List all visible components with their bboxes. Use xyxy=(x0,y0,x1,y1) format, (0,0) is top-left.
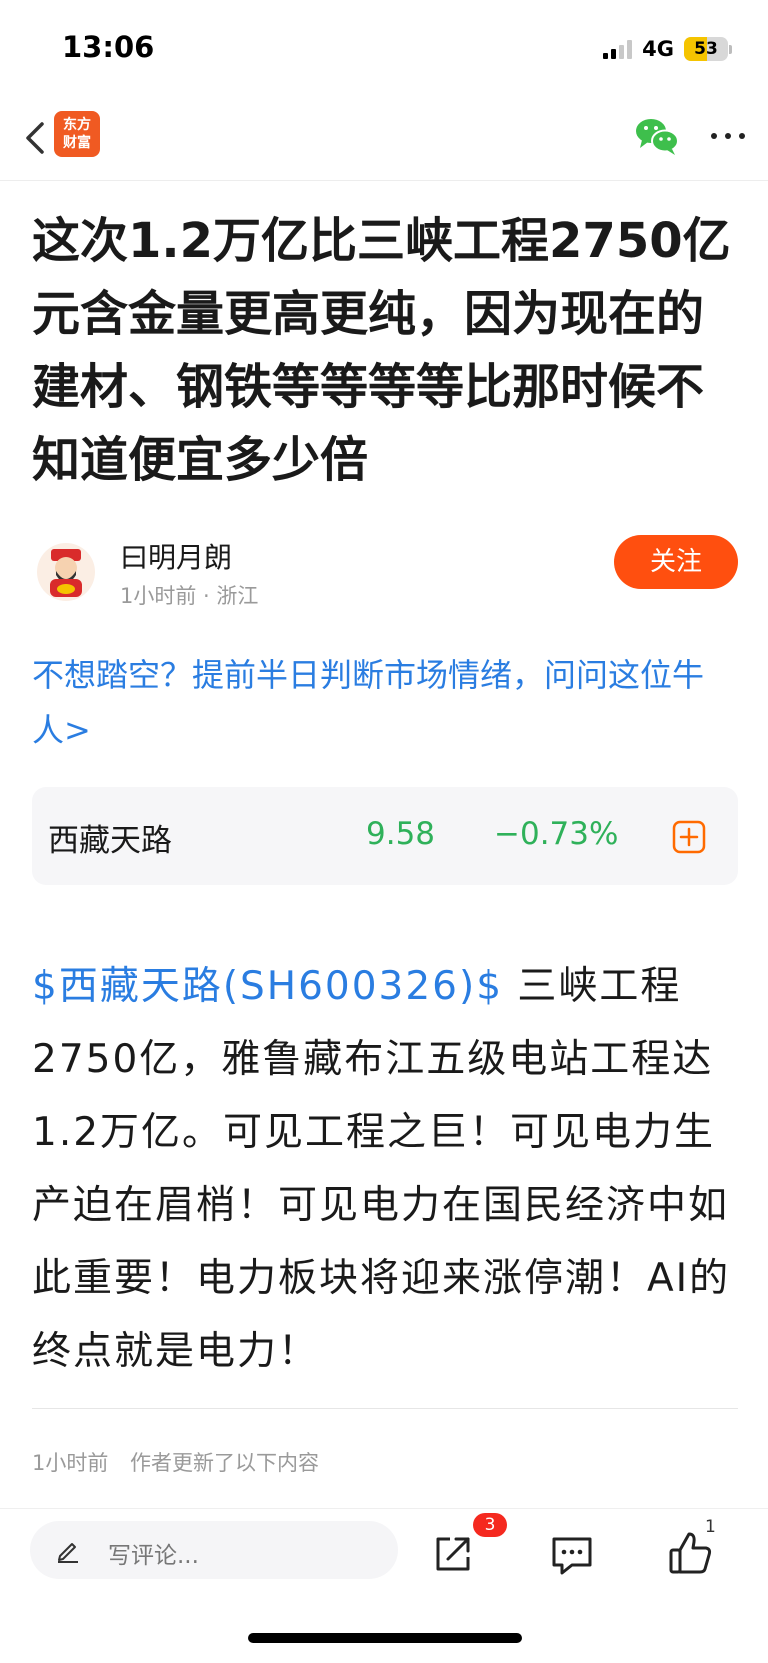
wechat-share-icon[interactable] xyxy=(634,116,680,156)
article-body: $西藏天路(SH600326)$ 三峡工程2750亿，雅鲁藏布江五级电站工程达1… xyxy=(32,950,738,1388)
comments-icon[interactable] xyxy=(548,1533,596,1577)
stock-tag-link[interactable]: $西藏天路(SH600326)$ xyxy=(32,964,503,1009)
follow-button[interactable]: 关注 xyxy=(614,535,738,589)
status-indicators: 4G 53 xyxy=(603,33,732,65)
eastmoney-logo[interactable]: 东方 财富 xyxy=(54,111,100,157)
comment-input[interactable]: 写评论... xyxy=(30,1521,398,1579)
bottom-bar-separator xyxy=(0,1508,768,1509)
status-time: 13:06 xyxy=(62,30,155,64)
author-avatar[interactable] xyxy=(37,543,95,601)
stock-name: 西藏天路 xyxy=(48,823,172,859)
stock-quote-card[interactable]: 西藏天路 9.58 −0.73% xyxy=(32,787,738,885)
battery-icon: 53 xyxy=(684,37,732,61)
post-meta: 1小时前 · 浙江 xyxy=(120,584,259,608)
battery-level: 53 xyxy=(694,39,718,59)
divider xyxy=(32,1408,738,1409)
network-type: 4G xyxy=(642,37,674,61)
logo-text-line2: 财富 xyxy=(63,135,91,151)
author-name[interactable]: 曰明月朗 xyxy=(120,536,232,576)
article-body-text: 三峡工程2750亿，雅鲁藏布江五级电站工程达1.2万亿。可见工程之巨！可见电力生… xyxy=(32,964,731,1374)
share-icon[interactable] xyxy=(430,1531,476,1577)
logo-text-line1: 东方 xyxy=(63,117,91,133)
stock-change: −0.73% xyxy=(494,816,619,852)
share-count-badge: 3 xyxy=(473,1513,507,1537)
status-bar: 13:06 4G 53 xyxy=(0,0,768,96)
pen-icon xyxy=(58,1543,78,1563)
signal-icon xyxy=(603,39,633,59)
comment-placeholder: 写评论... xyxy=(108,1543,199,1569)
article-title: 这次1.2万亿比三峡工程2750亿元含金量更高更纯，因为现在的建材、钢铁等等等等… xyxy=(32,213,731,488)
promo-link[interactable]: 不想踏空？提前半日判断市场情绪，问问这位牛人> xyxy=(32,648,732,758)
update-time: 1小时前 xyxy=(32,1451,109,1475)
update-note: 作者更新了以下内容 xyxy=(130,1451,319,1475)
caishen-avatar-icon xyxy=(50,549,82,597)
stock-price: 9.58 xyxy=(366,816,436,852)
like-count: 1 xyxy=(705,1517,716,1537)
home-indicator xyxy=(248,1633,522,1643)
more-options-icon[interactable] xyxy=(708,122,748,150)
add-to-watchlist-icon[interactable] xyxy=(672,820,706,854)
